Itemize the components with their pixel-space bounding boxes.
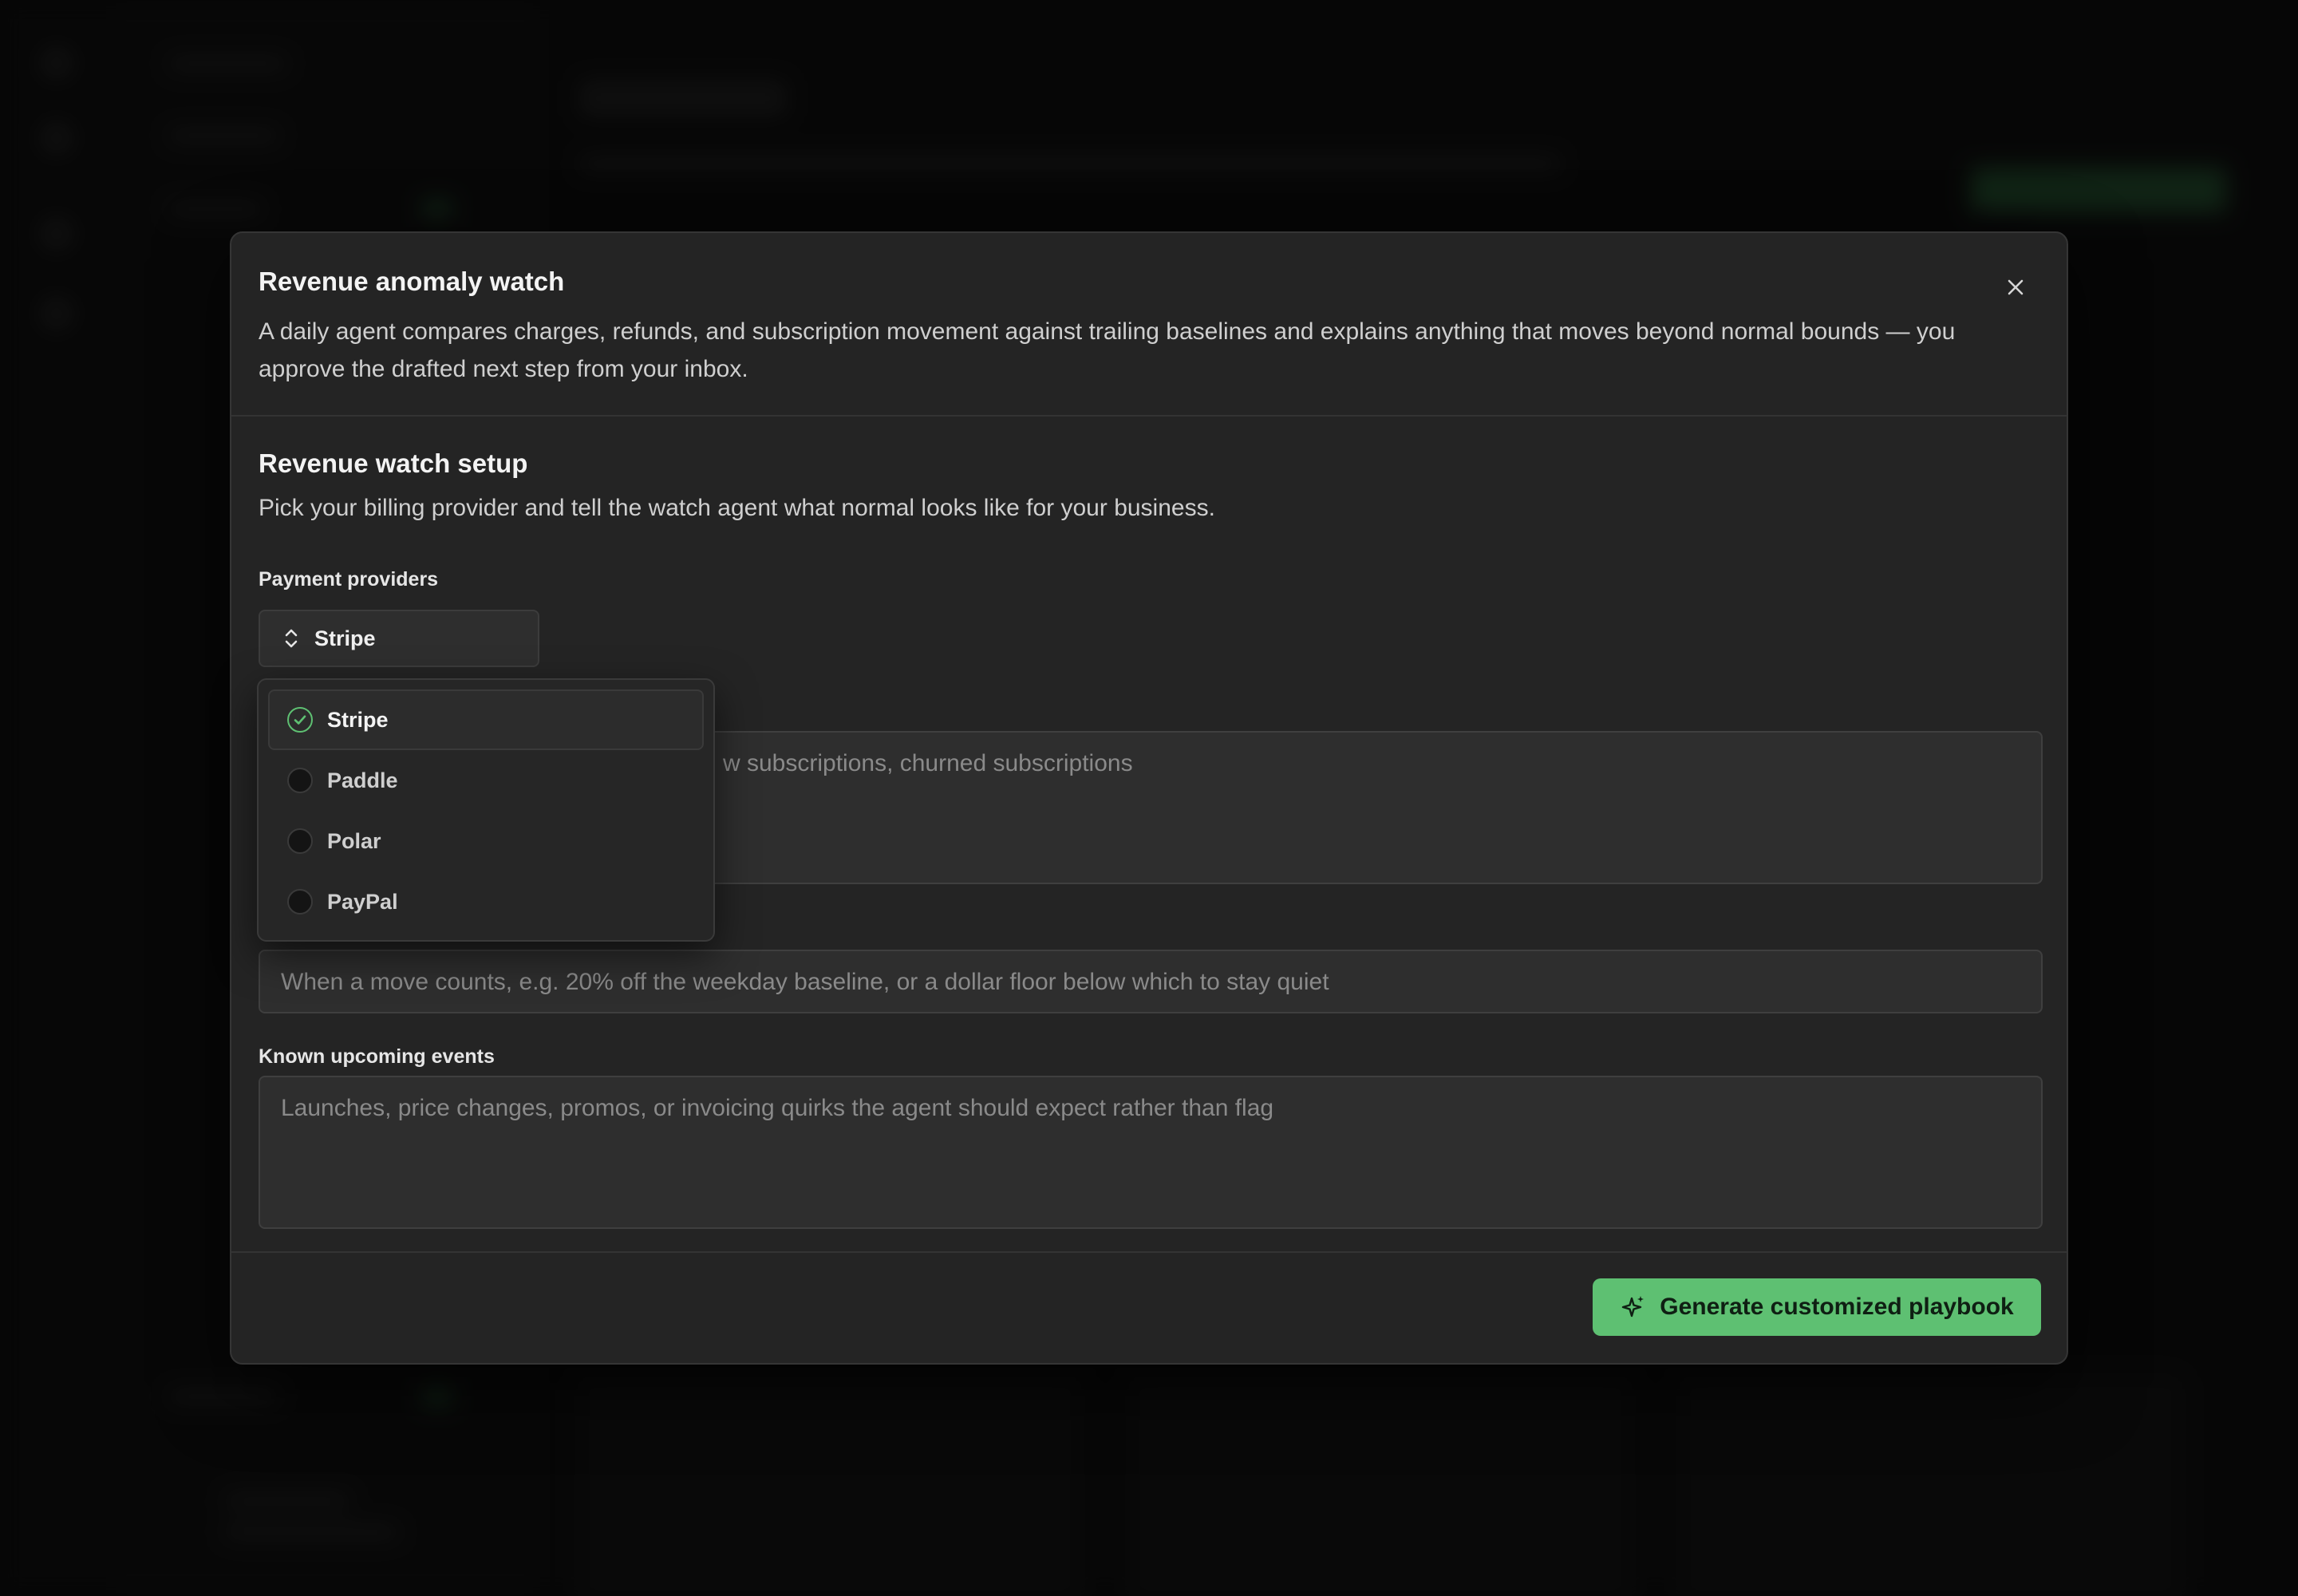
modal-title: Revenue anomaly watch (259, 267, 565, 296)
close-icon (2008, 279, 2024, 295)
payment-providers-label: Payment providers (259, 568, 439, 591)
provider-option-polar[interactable]: Polar (268, 811, 704, 871)
provider-option-stripe[interactable]: Stripe (268, 689, 704, 750)
section-description: Pick your billing provider and tell the … (259, 495, 1215, 521)
unchecked-circle-icon (287, 768, 313, 793)
chevron-up-down-icon (285, 629, 298, 648)
modal-header: Revenue anomaly watch A daily agent comp… (231, 233, 2067, 417)
generate-playbook-button[interactable]: Generate customized playbook (1593, 1278, 2041, 1336)
payment-provider-dropdown: Stripe Paddle Polar PayPal (257, 678, 715, 942)
sparkles-icon (1622, 1296, 1645, 1317)
unchecked-circle-icon (287, 828, 313, 854)
known-events-placeholder: Launches, price changes, promos, or invo… (281, 1095, 1274, 1121)
close-button[interactable] (1998, 270, 2033, 305)
provider-option-label: Stripe (327, 707, 389, 732)
provider-option-label: Polar (327, 828, 381, 853)
modal-footer: Generate customized playbook (231, 1251, 2067, 1363)
metrics-textarea-placeholder: w subscriptions, churned subscriptions (723, 750, 1133, 776)
modal-description: A daily agent compares charges, refunds,… (259, 318, 1956, 382)
unchecked-circle-icon (287, 889, 313, 915)
payment-provider-selected-value: Stripe (314, 626, 376, 650)
provider-option-label: PayPal (327, 889, 398, 914)
thresholds-input-placeholder: When a move counts, e.g. 20% off the wee… (281, 969, 1329, 995)
thresholds-input[interactable]: When a move counts, e.g. 20% off the wee… (259, 950, 2043, 1013)
known-events-label: Known upcoming events (259, 1045, 495, 1068)
payment-provider-select[interactable]: Stripe (259, 610, 539, 667)
provider-option-paypal[interactable]: PayPal (268, 871, 704, 932)
provider-option-label: Paddle (327, 768, 398, 792)
generate-playbook-label: Generate customized playbook (1660, 1294, 2014, 1320)
known-events-textarea[interactable]: Launches, price changes, promos, or invo… (259, 1076, 2043, 1229)
provider-option-paddle[interactable]: Paddle (268, 750, 704, 811)
checked-circle-icon (287, 707, 313, 733)
section-title: Revenue watch setup (259, 448, 528, 478)
